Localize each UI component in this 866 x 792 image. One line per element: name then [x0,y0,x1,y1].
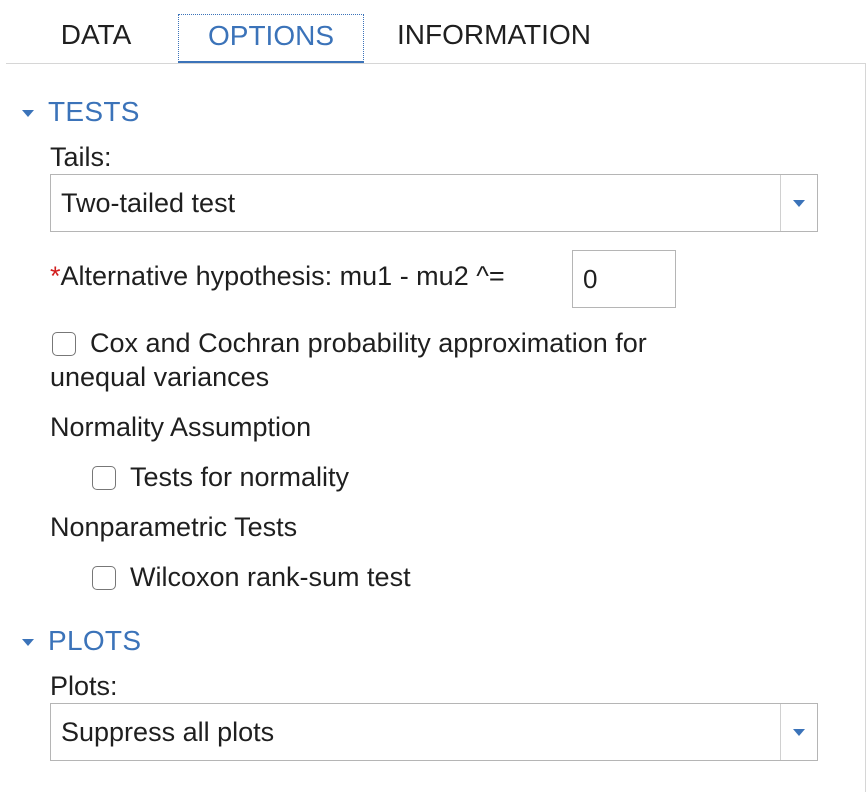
plots-dropdown-button[interactable] [780,704,817,760]
plots-label: Plots: [50,671,118,701]
alt-hypothesis-input[interactable] [572,250,676,308]
wilcoxon-checkbox[interactable] [92,566,116,590]
cox-cochran-label: Cox and Cochran probability approximatio… [90,328,647,358]
cox-cochran-label-continued: unequal variances [50,362,270,392]
tails-dropdown-button[interactable] [780,175,817,231]
tab-divider [6,63,866,64]
nonparametric-heading: Nonparametric Tests [50,512,298,542]
normality-option[interactable]: Tests for normality [92,460,349,495]
tails-dropdown[interactable]: Two-tailed test [50,174,818,232]
tails-label: Tails: [50,142,112,172]
cox-cochran-option[interactable]: Cox and Cochran probability approximatio… [52,326,647,361]
alt-hypothesis-text: Alternative hypothesis: mu1 - mu2 ^= [60,261,505,291]
normality-checkbox[interactable] [92,466,116,490]
wilcoxon-option[interactable]: Wilcoxon rank-sum test [92,560,411,595]
alt-hypothesis-label: *Alternative hypothesis: mu1 - mu2 ^= [50,261,505,292]
tab-data[interactable]: DATA [44,14,148,62]
normality-label: Tests for normality [130,462,350,492]
tails-dropdown-value: Two-tailed test [61,188,236,218]
tests-section-title: TESTS [48,96,140,127]
options-panel: DATA OPTIONS INFORMATION TESTS Tails: Tw… [0,0,866,792]
triangle-down-icon [22,638,34,646]
required-marker: * [50,261,61,291]
caret-down-icon [793,728,805,736]
tests-section-header[interactable]: TESTS [22,94,140,130]
tab-strip: DATA OPTIONS INFORMATION [0,0,866,64]
caret-down-icon [793,199,805,207]
wilcoxon-label: Wilcoxon rank-sum test [130,562,411,592]
tab-options[interactable]: OPTIONS [178,14,364,64]
plots-section-header[interactable]: PLOTS [22,623,141,659]
plots-dropdown-value: Suppress all plots [61,717,275,747]
tab-information[interactable]: INFORMATION [380,14,608,62]
cox-cochran-checkbox[interactable] [52,332,76,356]
normality-heading: Normality Assumption [50,412,312,442]
plots-dropdown[interactable]: Suppress all plots [50,703,818,761]
triangle-down-icon [22,109,34,117]
plots-section-title: PLOTS [48,625,142,656]
